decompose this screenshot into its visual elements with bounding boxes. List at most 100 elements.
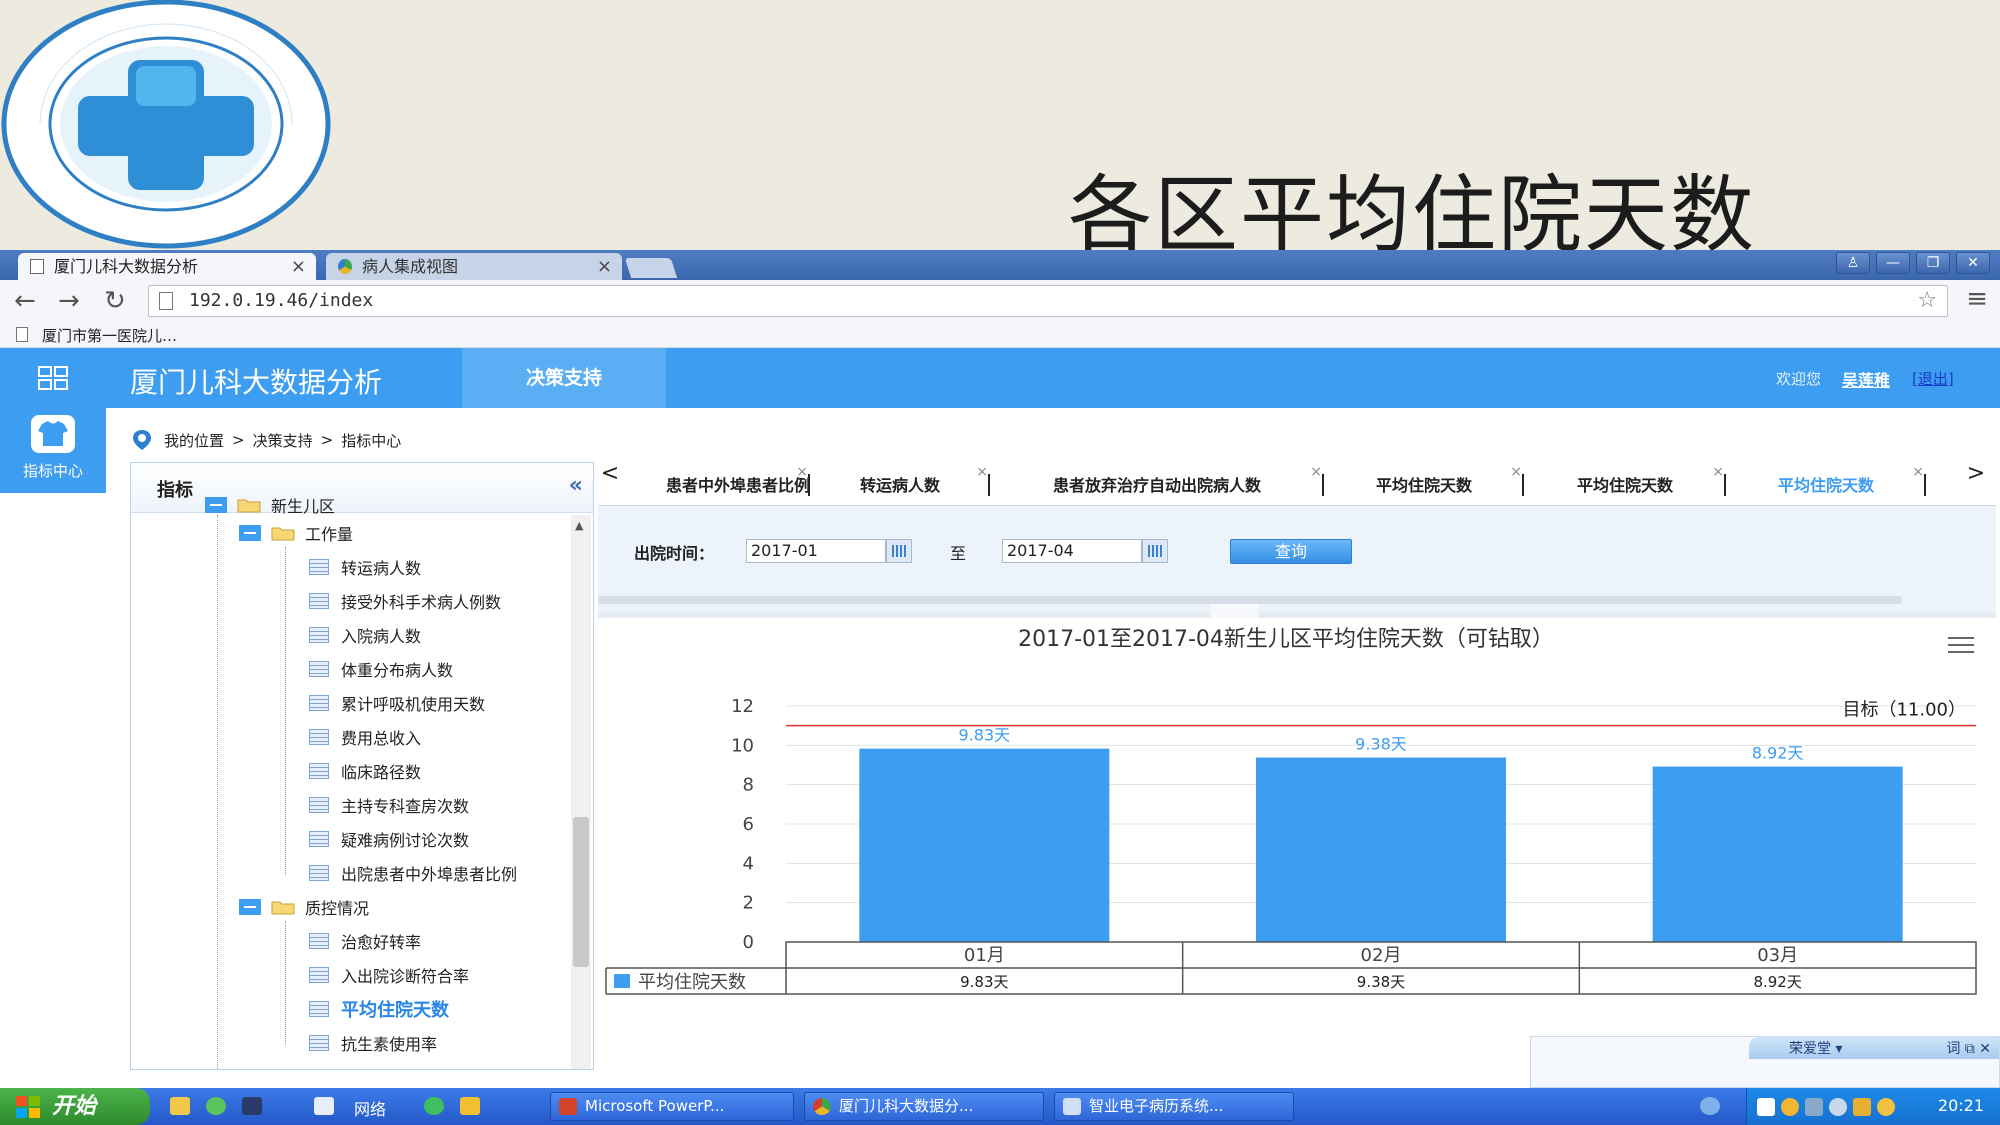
forward-arrow-icon[interactable]: → [58, 286, 80, 316]
bookmark-item[interactable]: 厦门市第一医院儿… [42, 325, 177, 346]
tab-next-icon[interactable]: > [1964, 462, 1988, 492]
logout-link[interactable]: [退出] [1912, 368, 1954, 389]
query-button[interactable]: 查询 [1230, 539, 1352, 564]
legend-key [614, 974, 630, 988]
minimize-button[interactable]: — [1876, 252, 1910, 274]
new-tab-button[interactable] [624, 258, 678, 278]
close-icon[interactable]: × [1912, 454, 1924, 490]
ime-mode-button[interactable]: 荣爱堂 ▾ [1789, 1038, 1842, 1058]
taskbar-item-powerpoint[interactable]: Microsoft PowerP... [550, 1092, 794, 1121]
content-tab[interactable]: 患者放弃治疗自动出院病人数 × [990, 464, 1324, 504]
table-icon [309, 831, 329, 847]
tree-item[interactable]: 治愈好转率 [309, 925, 421, 957]
anchor-icon[interactable] [460, 1097, 480, 1115]
tree-item[interactable]: 平均住院天数 [309, 993, 449, 1025]
browser-tab-patient-view[interactable]: 病人集成视图 × [326, 253, 622, 280]
close-icon[interactable]: × [1310, 454, 1322, 490]
hospital-logo [1, 0, 331, 249]
tree-item[interactable]: 入出院诊断符合率 [309, 959, 469, 991]
close-icon[interactable]: × [1510, 454, 1522, 490]
bar[interactable] [1256, 757, 1506, 942]
tab-prev-icon[interactable]: < [598, 462, 622, 492]
tree-scrollbar[interactable]: ▲ [571, 515, 591, 1069]
breadcrumb-item[interactable]: 指标中心 [341, 430, 401, 451]
desktop-icon[interactable] [242, 1097, 262, 1115]
scroll-up-icon[interactable]: ▲ [575, 519, 583, 532]
app-tray-icon[interactable] [1877, 1098, 1895, 1116]
to-date-input[interactable]: 2017-04 [1002, 539, 1142, 563]
network-icon[interactable] [1805, 1098, 1823, 1116]
close-icon[interactable]: × [1712, 454, 1724, 490]
collapse-toggle[interactable] [239, 525, 261, 541]
left-rail-label: 指标中心 [22, 462, 83, 480]
tree-item[interactable]: 抗生素使用率 [309, 1027, 437, 1059]
network-toolbar-label[interactable]: 网络 [354, 1096, 386, 1120]
horizontal-scrollbar[interactable] [598, 596, 1902, 604]
collapse-toggle[interactable] [239, 899, 261, 915]
content-tab[interactable]: 平均住院天数 × [1726, 464, 1926, 504]
shield-icon[interactable] [1853, 1098, 1871, 1116]
tree-item[interactable]: 主持专科查房次数 [309, 789, 469, 821]
tray-arrow-icon[interactable] [1700, 1097, 1720, 1115]
browser-icon[interactable] [206, 1097, 226, 1115]
close-icon[interactable]: × [291, 253, 306, 280]
security-icon[interactable] [1781, 1098, 1799, 1116]
content-tab[interactable]: 平均住院天数 × [1524, 464, 1726, 504]
y-tick-label: 6 [743, 814, 754, 835]
folder-icon[interactable] [170, 1097, 190, 1115]
close-icon[interactable]: × [976, 454, 988, 490]
taskbar-item-emr[interactable]: 智业电子病历系统... [1054, 1092, 1294, 1121]
tree-item[interactable]: 入院病人数 [309, 619, 421, 651]
expand-toggle[interactable] [205, 497, 227, 513]
tree-item[interactable]: 累计呼吸机使用天数 [309, 687, 485, 719]
tree-item[interactable]: 体重分布病人数 [309, 653, 453, 685]
tree-item[interactable]: 临床路径数 [309, 755, 421, 787]
x-category-label: 02月 [1361, 945, 1402, 966]
calendar-icon[interactable] [886, 539, 912, 563]
from-date-input[interactable]: 2017-01 [746, 539, 886, 563]
tree-item[interactable]: 费用总收入 [309, 721, 421, 753]
content-tab[interactable]: 转运病人数 × [810, 464, 990, 504]
browser-tab-label: 病人集成视图 [362, 257, 459, 276]
close-icon[interactable]: × [796, 454, 808, 490]
bar[interactable] [1652, 766, 1903, 942]
tree-group-1[interactable]: 质控情况 [239, 891, 369, 923]
grid-menu-icon[interactable] [38, 366, 68, 390]
bookmark-star-icon[interactable]: ☆ [1917, 288, 1937, 313]
hamburger-menu-icon[interactable]: ≡ [1966, 284, 1988, 314]
chart-menu-icon[interactable] [1948, 636, 1974, 654]
ime-tray-icon[interactable] [1757, 1098, 1775, 1116]
breadcrumb-item: 我的位置 [164, 431, 225, 450]
start-button[interactable]: 开始 [0, 1088, 150, 1125]
user-icon[interactable]: ♙ [1836, 252, 1870, 274]
back-arrow-icon[interactable]: ← [14, 286, 36, 316]
taskbar-item-browser[interactable]: 厦门儿科大数据分... [804, 1092, 1044, 1121]
close-icon[interactable]: × [597, 253, 612, 280]
calendar-icon[interactable] [1142, 539, 1168, 563]
tree-item[interactable]: 疑难病例讨论次数 [309, 823, 469, 855]
address-bar[interactable]: 192.0.19.46/index ☆ [148, 285, 1948, 317]
qq-icon[interactable] [424, 1097, 444, 1115]
content-tab[interactable]: 患者中外埠患者比例 × [598, 464, 810, 504]
nav-tab-decision-support[interactable]: 决策支持 [462, 348, 666, 408]
breadcrumb-item[interactable]: 决策支持 [253, 430, 313, 451]
collapse-panel-icon[interactable]: « [569, 473, 583, 498]
tree-item[interactable]: 出院患者中外埠患者比例 [309, 857, 517, 889]
restore-button[interactable]: ❐ [1916, 252, 1950, 274]
volume-icon[interactable] [1829, 1098, 1847, 1116]
tree-item[interactable]: 接受外科手术病人例数 [309, 585, 501, 617]
browser-tab-bigdata[interactable]: 厦门儿科大数据分析 × [18, 253, 316, 280]
tree-item[interactable]: 转运病人数 [309, 551, 421, 583]
ime-buttons[interactable]: 词 ⧉ ✕ [1946, 1038, 1991, 1058]
user-name-link[interactable]: 吴莲稚 [1842, 367, 1890, 391]
scroll-thumb[interactable] [573, 817, 589, 967]
close-window-button[interactable]: ✕ [1956, 252, 1990, 274]
divider-handle[interactable] [1210, 604, 1258, 618]
content-tab[interactable]: 平均住院天数 × [1324, 464, 1524, 504]
left-rail-indicator-center[interactable]: 指标中心 [0, 408, 106, 493]
tree-group-0[interactable]: 工作量 [239, 517, 353, 549]
tree-item-label: 入院病人数 [341, 627, 422, 646]
reload-icon[interactable]: ↻ [104, 286, 126, 316]
bar[interactable] [859, 748, 1110, 942]
app-icon[interactable] [314, 1097, 334, 1115]
